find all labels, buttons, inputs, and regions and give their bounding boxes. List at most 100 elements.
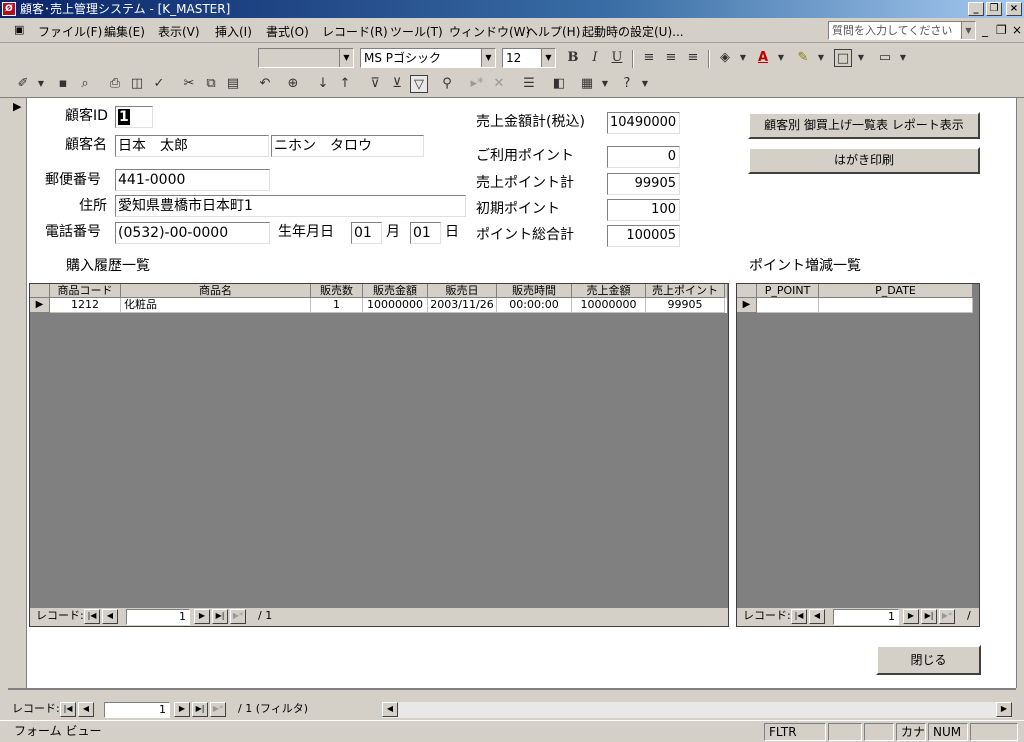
address-field[interactable]: 愛知県豊橋市日本町1 xyxy=(115,195,466,217)
chevron-down-icon[interactable]: ▼ xyxy=(541,49,555,67)
horizontal-scrollbar[interactable]: ◀ ▶ xyxy=(382,702,1012,718)
menu-help[interactable]: ヘルプ(H) xyxy=(526,23,580,40)
hyperlink-icon[interactable]: ⊕ xyxy=(284,75,302,93)
customer-name-field[interactable]: 日本 太郎 xyxy=(115,135,269,157)
help-search-input[interactable]: 質問を入力してください ▼ xyxy=(828,21,976,40)
table-cell[interactable]: 10000000 xyxy=(363,298,428,313)
sales-total-field[interactable]: 10490000 xyxy=(607,112,680,134)
prev-record-icon[interactable]: ◀ xyxy=(102,609,118,624)
table-cell[interactable]: 化粧品 xyxy=(121,298,311,313)
underline-button[interactable]: U xyxy=(608,49,626,67)
used-points-field[interactable]: 0 xyxy=(607,146,680,168)
print-preview-icon[interactable]: ◫ xyxy=(128,75,146,93)
delete-record-icon[interactable]: ✕ xyxy=(490,75,508,93)
prev-record-icon[interactable]: ◀ xyxy=(78,702,94,717)
points-total-field[interactable]: 100005 xyxy=(607,225,680,247)
phone-field[interactable]: (0532)-00-0000 xyxy=(115,222,270,244)
chevron-down-icon[interactable]: ▼ xyxy=(734,49,752,67)
chevron-down-icon[interactable]: ▼ xyxy=(894,49,912,67)
column-header[interactable]: 売上金額 xyxy=(572,284,646,298)
column-header[interactable]: 販売金額 xyxy=(363,284,428,298)
align-center-icon[interactable]: ≡ xyxy=(662,49,680,67)
align-right-icon[interactable]: ≡ xyxy=(684,49,702,67)
record-number-input[interactable]: 1 xyxy=(833,609,899,625)
postcard-print-button[interactable]: はがき印刷 xyxy=(748,147,980,174)
search-file-icon[interactable]: ⌕ xyxy=(76,75,94,93)
table-cell[interactable]: 2003/11/26 xyxy=(428,298,497,313)
table-cell[interactable]: 1212 xyxy=(50,298,121,313)
point-changes-grid[interactable]: P_POINT P_DATE ▶ レコード: |◀ ◀ 1 ▶ ▶| ▶* / xyxy=(736,283,980,627)
scroll-right-icon[interactable]: ▶ xyxy=(996,702,1012,717)
find-icon[interactable]: ⚲ xyxy=(438,75,456,93)
form-menu-icon[interactable]: ▣ xyxy=(14,23,24,36)
chevron-down-icon[interactable]: ▼ xyxy=(772,49,790,67)
customer-id-field[interactable]: 1 xyxy=(115,106,153,128)
chevron-down-icon[interactable]: ▼ xyxy=(481,49,495,67)
chevron-down-icon[interactable]: ▼ xyxy=(961,22,975,39)
save-icon[interactable]: ▪ xyxy=(54,75,72,93)
chevron-down-icon[interactable]: ▼ xyxy=(636,75,654,93)
first-record-icon[interactable]: |◀ xyxy=(84,609,100,624)
filter-selection-icon[interactable]: ⊽ xyxy=(366,75,384,93)
object-selector[interactable]: ▼ xyxy=(258,48,354,68)
column-header[interactable]: 商品コード xyxy=(50,284,121,298)
purchase-history-grid[interactable]: 商品コード 商品名 販売数 販売金額 販売日 販売時間 売上金額 売上ポイント … xyxy=(29,283,729,627)
column-header[interactable]: 販売日 xyxy=(428,284,497,298)
restore-button[interactable]: ❐ xyxy=(986,2,1002,16)
chevron-down-icon[interactable]: ▼ xyxy=(812,49,830,67)
mdi-close-button[interactable]: × xyxy=(1012,23,1022,37)
bold-button[interactable]: B xyxy=(564,49,582,67)
column-header[interactable]: 販売時間 xyxy=(497,284,572,298)
sort-descending-icon[interactable]: ↑ xyxy=(336,75,354,93)
last-record-icon[interactable]: ▶| xyxy=(212,609,228,624)
paste-icon[interactable]: ▤ xyxy=(224,75,242,93)
menu-records[interactable]: レコード(R) xyxy=(322,23,388,40)
initial-points-field[interactable]: 100 xyxy=(607,199,680,221)
print-icon[interactable]: ⎙ xyxy=(106,75,124,93)
last-record-icon[interactable]: ▶| xyxy=(921,609,937,624)
properties-icon[interactable]: ☰ xyxy=(520,75,538,93)
row-selector-arrow-icon[interactable]: ▶ xyxy=(737,298,757,313)
new-record-icon[interactable]: ▶* xyxy=(939,609,955,624)
chevron-down-icon[interactable]: ▼ xyxy=(32,75,50,93)
table-cell[interactable] xyxy=(819,298,973,313)
column-header[interactable]: P_DATE xyxy=(819,284,973,298)
record-number-input[interactable]: 1 xyxy=(126,609,190,625)
menu-startup[interactable]: 起動時の設定(U)... xyxy=(582,23,684,40)
postal-field[interactable]: 441-0000 xyxy=(115,169,270,191)
access-icon[interactable]: Ø xyxy=(2,2,16,16)
new-record-icon[interactable]: ▸* xyxy=(468,75,486,93)
column-header[interactable]: 売上ポイント xyxy=(646,284,725,298)
column-header[interactable]: 販売数 xyxy=(311,284,363,298)
chevron-down-icon[interactable]: ▼ xyxy=(596,75,614,93)
table-cell[interactable]: 99905 xyxy=(646,298,725,313)
new-record-icon[interactable]: ▶* xyxy=(230,609,246,624)
record-selector[interactable]: ▶ xyxy=(8,98,27,688)
line-width-icon[interactable]: ▭ xyxy=(876,49,894,67)
column-header[interactable]: P_POINT xyxy=(757,284,819,298)
menu-file[interactable]: ファイル(F) xyxy=(38,23,102,40)
chevron-down-icon[interactable]: ▼ xyxy=(339,49,353,67)
chevron-down-icon[interactable]: ▼ xyxy=(852,49,870,67)
align-left-icon[interactable]: ≡ xyxy=(640,49,658,67)
mdi-minimize-button[interactable]: _ xyxy=(982,23,988,37)
menu-window[interactable]: ウィンドウ(W) xyxy=(449,23,530,40)
table-row[interactable]: ▶ 1212 化粧品 1 10000000 2003/11/26 00:00:0… xyxy=(30,298,727,313)
apply-filter-icon[interactable]: ▽ xyxy=(410,75,428,93)
menu-format[interactable]: 書式(O) xyxy=(266,23,309,40)
new-record-icon[interactable]: ▶* xyxy=(210,702,226,717)
menu-view[interactable]: 表示(V) xyxy=(158,23,200,40)
filter-form-icon[interactable]: ⊻ xyxy=(388,75,406,93)
table-row[interactable]: ▶ xyxy=(737,298,973,313)
next-record-icon[interactable]: ▶ xyxy=(194,609,210,624)
next-record-icon[interactable]: ▶ xyxy=(903,609,919,624)
prev-record-icon[interactable]: ◀ xyxy=(809,609,825,624)
help-icon[interactable]: ? xyxy=(618,75,636,93)
copy-icon[interactable]: ⧉ xyxy=(202,75,220,93)
undo-icon[interactable]: ↶ xyxy=(256,75,274,93)
first-record-icon[interactable]: |◀ xyxy=(60,702,76,717)
scroll-left-icon[interactable]: ◀ xyxy=(382,702,398,717)
menu-edit[interactable]: 編集(E) xyxy=(104,23,145,40)
design-view-icon[interactable]: ✐ xyxy=(14,75,32,93)
last-record-icon[interactable]: ▶| xyxy=(192,702,208,717)
